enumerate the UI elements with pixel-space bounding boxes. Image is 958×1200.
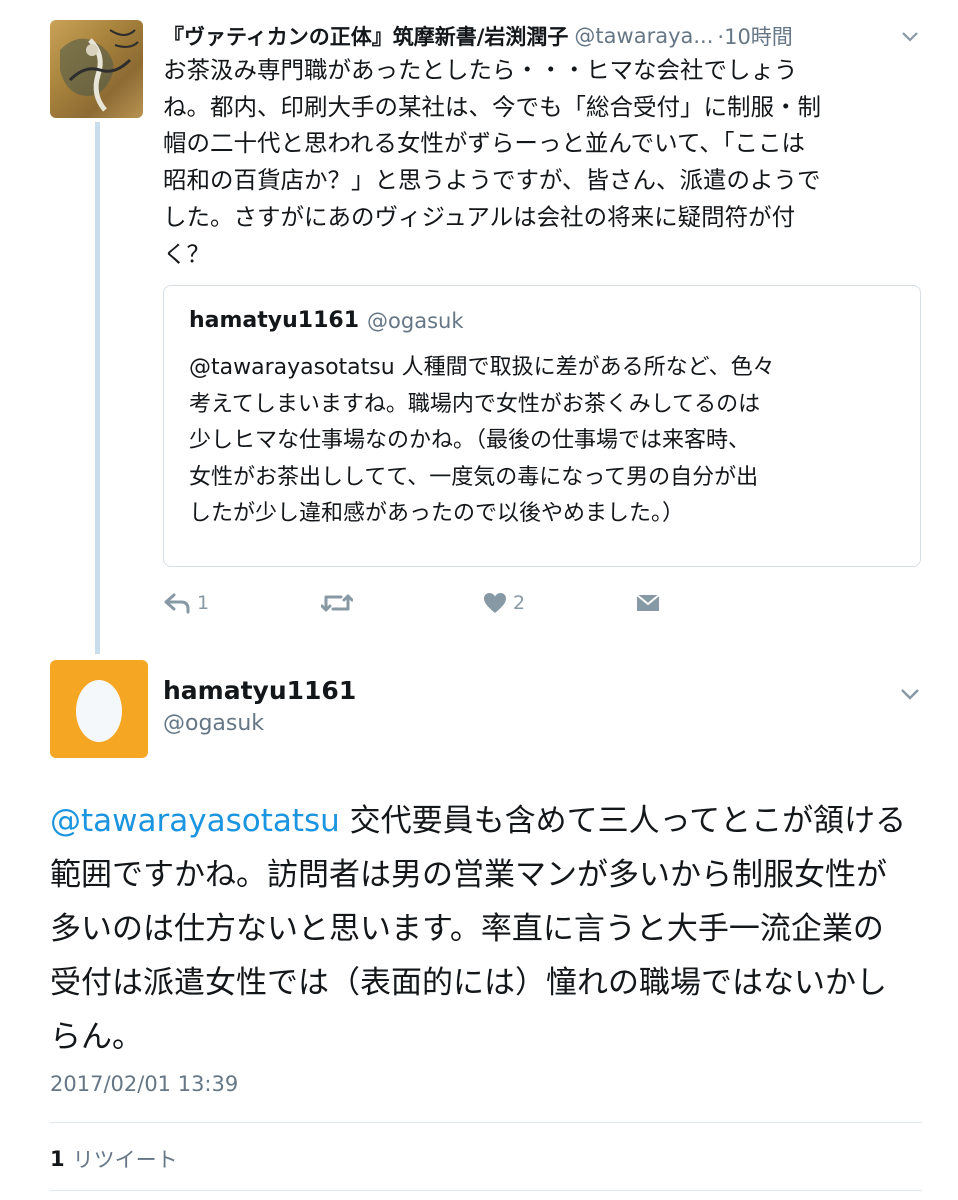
main-tweet-body: 交代要員も含めて三人ってとこが頷ける範囲ですかね。訪問者は男の営業マンが多いから… xyxy=(50,803,907,1055)
divider xyxy=(50,1122,922,1123)
thread-connector-line xyxy=(95,122,100,654)
chevron-down-icon[interactable] xyxy=(901,24,919,48)
quoted-tweet-text: @tawarayasotatsu 人種間で取扱に差がある所など、色々 考えてしま… xyxy=(189,355,775,526)
main-tweet-text: @tawarayasotatsu 交代要員も含めて三人ってとこが頷ける範囲ですか… xyxy=(50,794,910,1064)
like-count: 2 xyxy=(513,592,526,614)
heart-icon xyxy=(483,592,507,614)
retweet-stats[interactable]: 1 リツイート xyxy=(50,1144,178,1174)
parent-author-handle[interactable]: @tawaraya... xyxy=(574,24,713,48)
quoted-author-handle: @ogasuk xyxy=(367,308,464,333)
like-button[interactable]: 2 xyxy=(483,586,525,620)
divider xyxy=(50,1190,922,1191)
tweet-timestamp[interactable]: 2017/02/01 13:39 xyxy=(50,1072,238,1096)
envelope-icon xyxy=(636,593,660,613)
retweet-icon xyxy=(321,592,353,614)
parent-tweet-text: お茶汲み専門職があったとしたら・・・ヒマな会社でしょう ね。都内、印刷大手の某社… xyxy=(163,56,821,268)
main-author-name[interactable]: hamatyu1161 xyxy=(163,676,356,705)
retweet-button[interactable] xyxy=(321,586,353,620)
quoted-tweet-header: hamatyu1161 @ogasuk xyxy=(189,308,464,333)
chevron-down-icon[interactable] xyxy=(900,686,920,705)
parent-tweet-header: 『ヴァティカンの正体』筑摩新書/岩渕潤子 @tawaraya... ·10時間 xyxy=(163,20,933,52)
tweet-detail-view: 『ヴァティカンの正体』筑摩新書/岩渕潤子 @tawaraya... ·10時間 … xyxy=(0,0,958,1200)
reply-count: 1 xyxy=(197,592,210,614)
main-author-handle[interactable]: @ogasuk xyxy=(163,711,264,736)
parent-tweet-actions: 1 2 xyxy=(163,586,723,620)
quoted-author-name: hamatyu1161 xyxy=(189,308,360,333)
reply-icon xyxy=(163,592,191,614)
default-egg-avatar[interactable] xyxy=(50,660,148,758)
direct-message-button[interactable] xyxy=(636,586,660,620)
parent-author-avatar[interactable] xyxy=(50,20,143,118)
parent-author-name[interactable]: 『ヴァティカンの正体』筑摩新書/岩渕潤子 xyxy=(163,21,568,51)
quoted-tweet-card[interactable]: hamatyu1161 @ogasuk @tawarayasotatsu 人種間… xyxy=(163,285,921,567)
mention-link[interactable]: @tawarayasotatsu xyxy=(50,803,340,839)
retweet-count: 1 xyxy=(50,1147,65,1171)
reply-button[interactable]: 1 xyxy=(163,586,209,620)
parent-tweet-time[interactable]: ·10時間 xyxy=(717,21,792,51)
retweet-label: リツイート xyxy=(72,1148,178,1172)
